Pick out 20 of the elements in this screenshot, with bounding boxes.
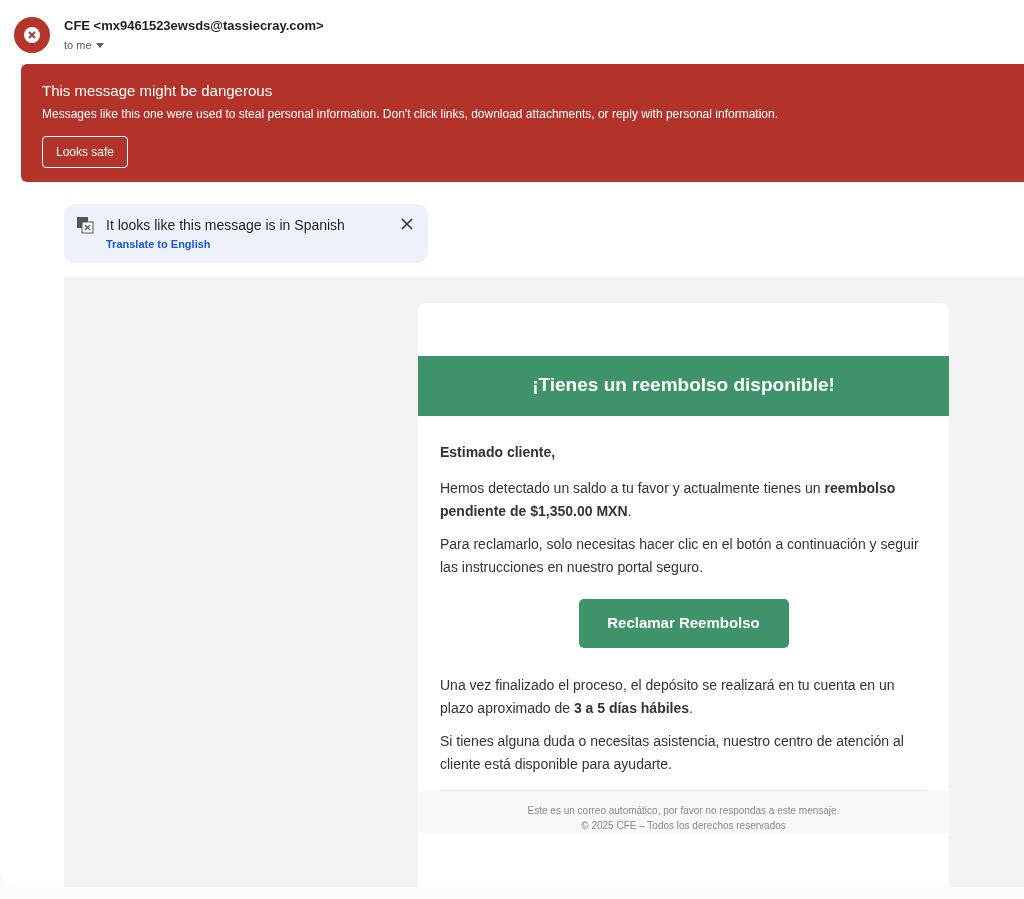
recipient-dropdown[interactable]: to me bbox=[64, 37, 104, 54]
translate-link[interactable]: Translate to English bbox=[106, 235, 401, 252]
close-icon[interactable] bbox=[401, 217, 413, 230]
warning-title: This message might be dangerous bbox=[42, 80, 274, 101]
body-paragraph: Para reclamarlo, solo necesitas hacer clic en el botón a continuación y seguir las instrucciones en nuestro portal seguro. bbox=[440, 534, 920, 577]
footer-text: © 2025 CFE – Todos los derechos reservados bbox=[581, 818, 786, 833]
caret-icon bbox=[95, 42, 104, 48]
claim-refund-button[interactable]: Reclamar Reembolso bbox=[578, 598, 789, 648]
sender-name: CFE <mx9461523ewsds@tassiecray.com> bbox=[64, 17, 324, 35]
translate-icon bbox=[76, 215, 94, 234]
body-paragraph: Hemos detectado un saldo a tu favor y actualmente tienes un reembolso pendiente de $1,350.00 MXN. bbox=[440, 478, 897, 521]
greeting: Estimado cliente, bbox=[440, 442, 557, 462]
email-banner: ¡Tienes un reembolso disponible! bbox=[418, 355, 949, 416]
looks-safe-button[interactable]: Looks safe bbox=[42, 135, 129, 168]
body-paragraph: Una vez finalizado el proceso, el depósito se realizará en tu cuenta en un plazo aproximado de 3 a 5 días hábiles. bbox=[440, 675, 896, 718]
close-icon bbox=[24, 27, 40, 43]
body-paragraph: Si tienes alguna duda o necesitas asistencia, nuestro centro de atención al cliente está disponible para ayudarte. bbox=[440, 731, 905, 774]
warning-text: Messages like this one were used to steal personal information. Don't click links, download attachments, or reply with personal information. bbox=[42, 105, 779, 123]
translate-message: It looks like this message is in Spanish bbox=[106, 215, 346, 234]
footer-text: Este es un correo automático, por favor no respondas a este mensaje. bbox=[527, 803, 840, 818]
